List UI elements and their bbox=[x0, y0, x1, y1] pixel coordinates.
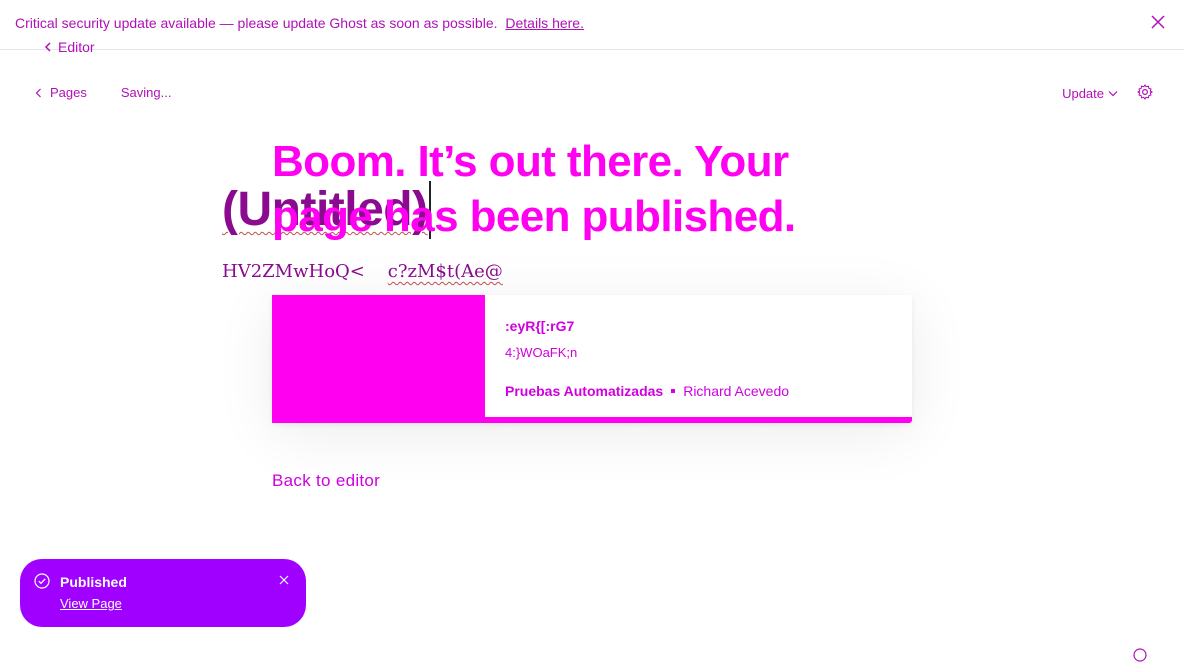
chevron-left-icon bbox=[44, 42, 51, 52]
back-to-editor-link[interactable]: Back to editor bbox=[272, 471, 380, 491]
editor-toolbar-left: Pages Saving... bbox=[35, 85, 171, 100]
toast-title: Published bbox=[60, 574, 127, 590]
banner-message: Critical security update available — ple… bbox=[15, 15, 498, 31]
banner-details-link[interactable]: Details here. bbox=[505, 15, 584, 31]
close-icon[interactable] bbox=[279, 575, 289, 585]
save-status: Saving... bbox=[120, 85, 172, 100]
update-label: Update bbox=[1062, 86, 1104, 101]
help-icon[interactable] bbox=[1133, 648, 1147, 662]
chevron-down-icon bbox=[1108, 91, 1118, 97]
editor-back-label: Editor bbox=[58, 39, 95, 55]
view-page-link[interactable]: View Page bbox=[60, 596, 122, 611]
card-title: :eyR{[:rG7 bbox=[505, 318, 575, 334]
meta-separator bbox=[671, 389, 676, 393]
card-author: Richard Acevedo bbox=[683, 383, 790, 399]
editor-toolbar-right: Update bbox=[1062, 83, 1154, 101]
body-text-part2: c?zM$t(Ae@ bbox=[387, 261, 503, 282]
check-circle-icon bbox=[34, 573, 50, 589]
close-icon[interactable] bbox=[1150, 14, 1166, 30]
chevron-left-icon bbox=[35, 88, 41, 97]
editor-back-link[interactable]: Editor bbox=[44, 39, 95, 55]
card-meta: Pruebas Automatizadas Richard Acevedo bbox=[505, 383, 789, 399]
card-feature-image bbox=[272, 295, 485, 423]
update-button[interactable]: Update bbox=[1062, 83, 1118, 101]
publish-headline: Boom. It’s out there. Your page has been… bbox=[272, 137, 796, 241]
published-post-card[interactable]: :eyR{[:rG7 4:}WOaFK;n Pruebas Automatiza… bbox=[272, 295, 912, 423]
security-banner: Critical security update available — ple… bbox=[0, 0, 1184, 50]
post-body[interactable]: HV2ZMwHoQ< c?zM$t(Ae@ bbox=[222, 261, 503, 282]
card-site-name: Pruebas Automatizadas bbox=[505, 383, 664, 399]
pages-label: Pages bbox=[50, 85, 87, 100]
card-excerpt: 4:}WOaFK;n bbox=[505, 345, 578, 360]
published-toast: Published View Page bbox=[20, 559, 306, 627]
body-text-part1: HV2ZMwHoQ< bbox=[222, 261, 365, 282]
pages-breadcrumb[interactable]: Pages bbox=[35, 85, 87, 100]
gear-icon[interactable] bbox=[1136, 83, 1154, 101]
banner-message-row: Critical security update available — ple… bbox=[15, 15, 584, 31]
